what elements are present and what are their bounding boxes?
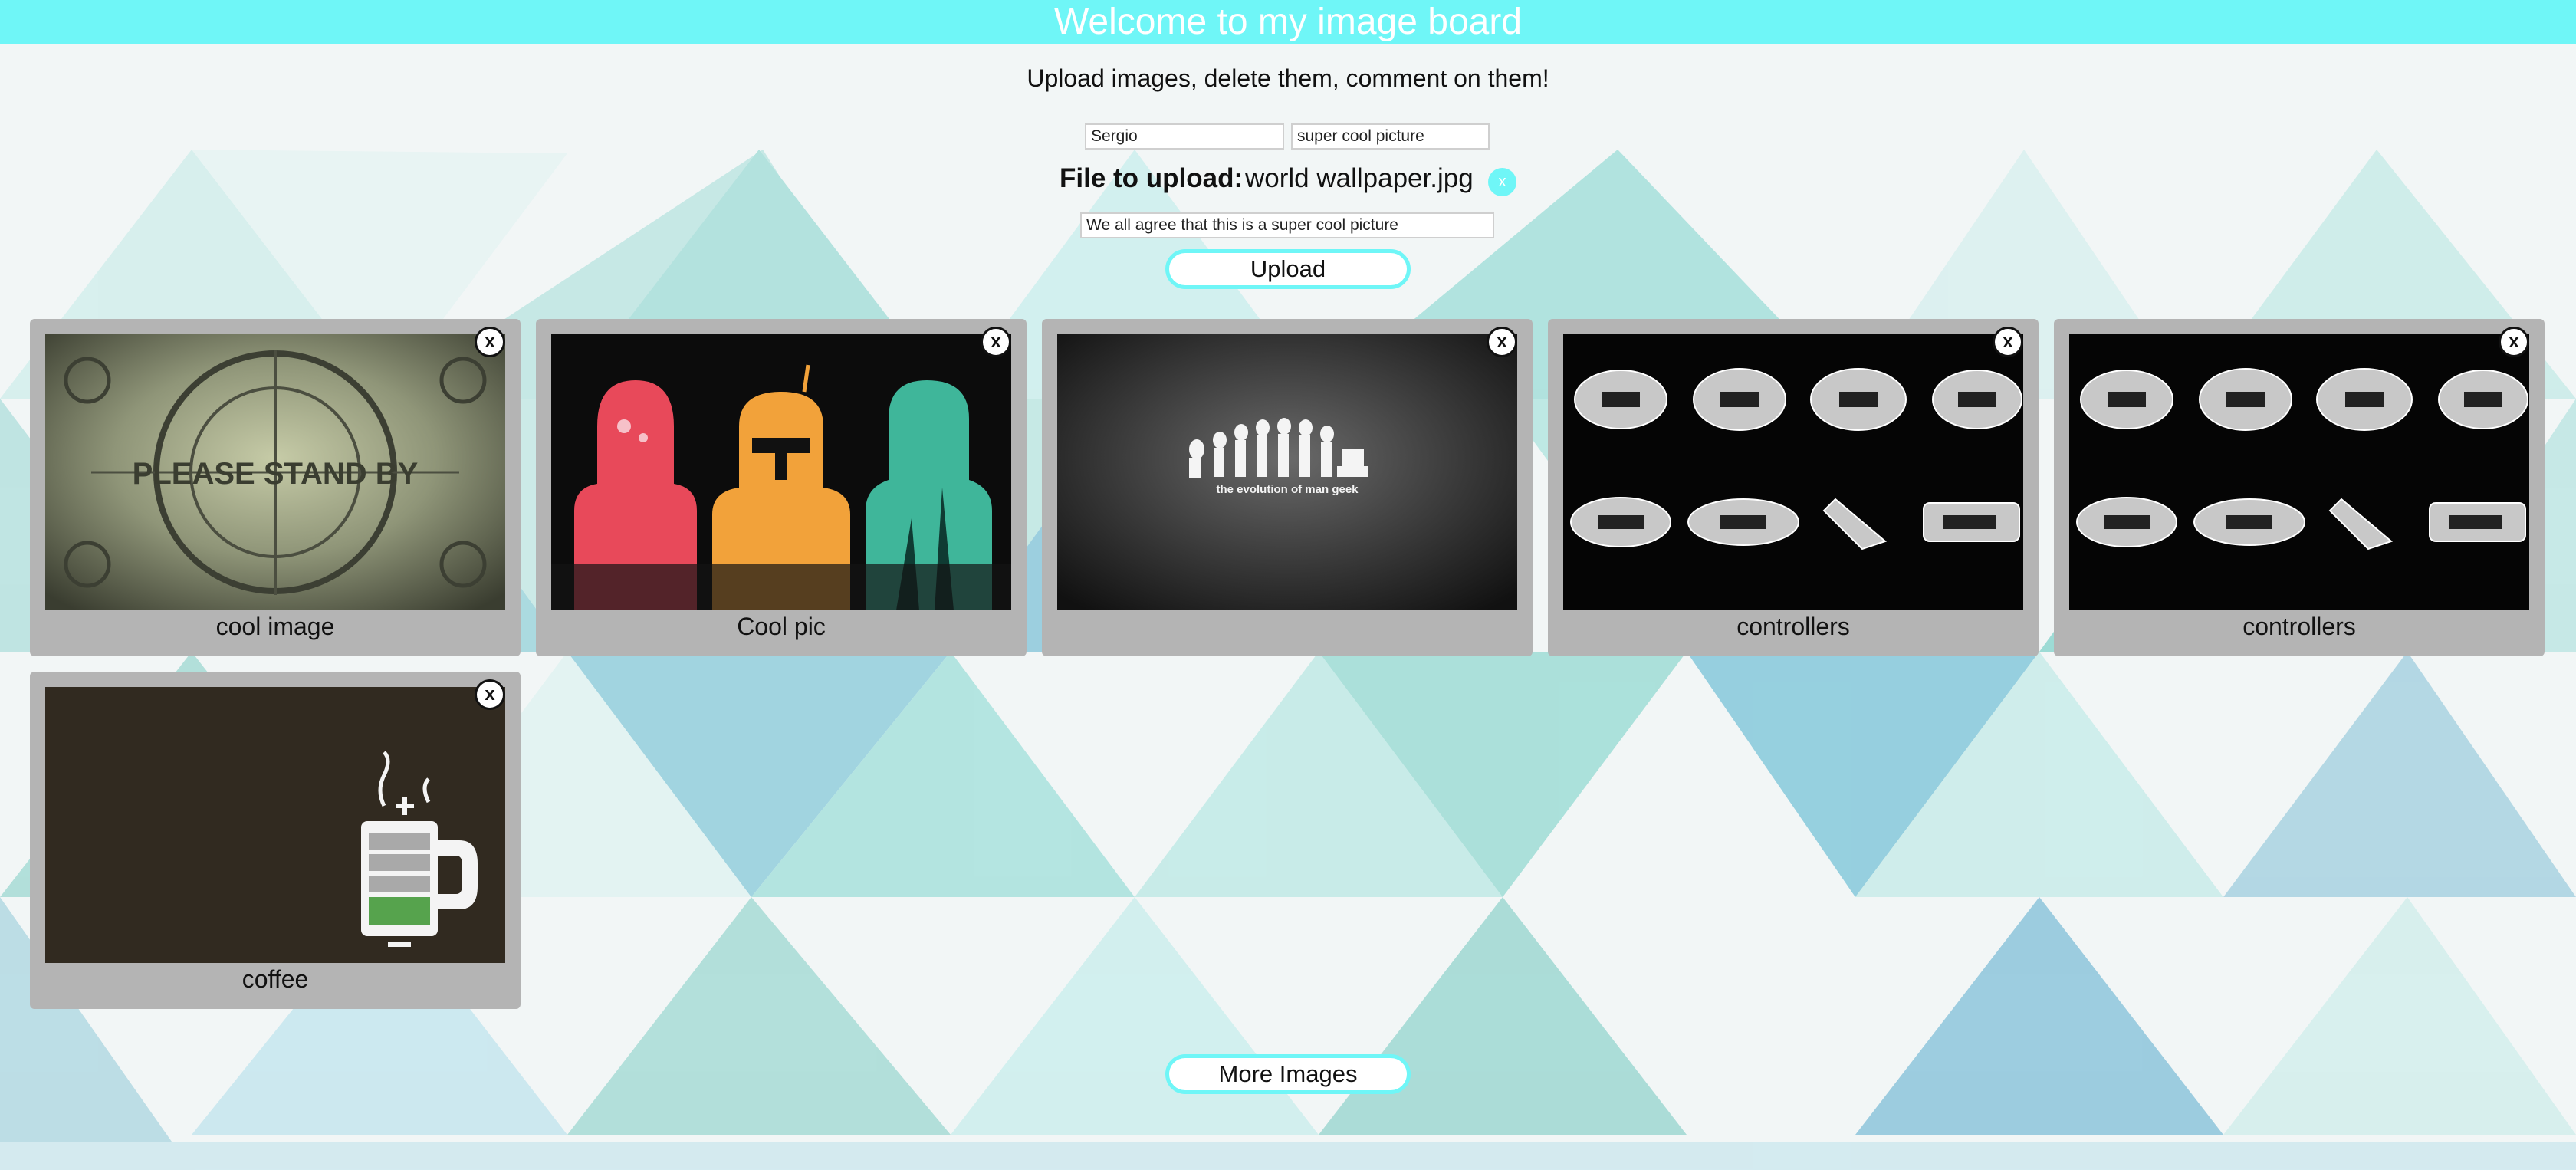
clear-file-button[interactable]: x <box>1488 168 1516 196</box>
more-images-button[interactable]: More Images <box>1165 1054 1411 1094</box>
description-input[interactable] <box>1080 212 1494 238</box>
card-image[interactable] <box>551 334 1011 610</box>
image-card[interactable]: the evolution of man geek x <box>1042 319 1533 656</box>
image-card[interactable]: PLEASE STAND BY cool image x <box>30 319 521 656</box>
controllers-image <box>1563 334 2023 610</box>
coffee-image <box>45 687 505 963</box>
card-image[interactable]: the evolution of man geek <box>1057 334 1517 610</box>
controllers-image <box>2069 334 2529 610</box>
image-card[interactable]: coffee x <box>30 672 521 1009</box>
delete-button[interactable]: x <box>475 327 505 357</box>
card-image[interactable] <box>2069 334 2529 610</box>
delete-button[interactable]: x <box>475 679 505 710</box>
page: Welcome to my image board Upload images,… <box>0 0 2576 1170</box>
title-input[interactable] <box>1291 123 1490 150</box>
image-card[interactable]: Cool pic x <box>536 319 1027 656</box>
page-subtitle: Upload images, delete them, comment on t… <box>1027 64 1549 92</box>
card-image[interactable] <box>45 687 505 963</box>
card-caption: cool image <box>215 613 335 640</box>
file-upload-label: File to upload: <box>1060 163 1244 193</box>
card-image[interactable] <box>1563 334 2023 610</box>
test-pattern-image: PLEASE STAND BY <box>45 334 505 610</box>
card-caption: controllers <box>2242 613 2356 640</box>
evolution-image: the evolution of man geek <box>1057 334 1517 610</box>
upload-button[interactable]: Upload <box>1165 249 1411 289</box>
delete-button[interactable]: x <box>981 327 1011 357</box>
card-caption: coffee <box>242 965 309 993</box>
image-text: the evolution of man geek <box>1216 483 1359 496</box>
image-text: PLEASE STAND BY <box>133 457 419 491</box>
page-title: Welcome to my image board <box>1053 2 1523 42</box>
header-bar: Welcome to my image board <box>0 0 2576 44</box>
card-caption: Cool pic <box>737 613 826 640</box>
file-name[interactable]: world wallpaper.jpg <box>1245 163 1474 194</box>
username-input[interactable] <box>1085 123 1284 150</box>
image-card[interactable]: controllers x <box>2054 319 2545 656</box>
card-image[interactable]: PLEASE STAND BY <box>45 334 505 610</box>
silhouettes-image <box>551 334 1011 610</box>
delete-button[interactable]: x <box>1487 327 1517 357</box>
delete-button[interactable]: x <box>2499 327 2529 357</box>
image-card[interactable]: controllers x <box>1548 319 2039 656</box>
delete-button[interactable]: x <box>1993 327 2023 357</box>
card-caption: controllers <box>1737 613 1850 640</box>
